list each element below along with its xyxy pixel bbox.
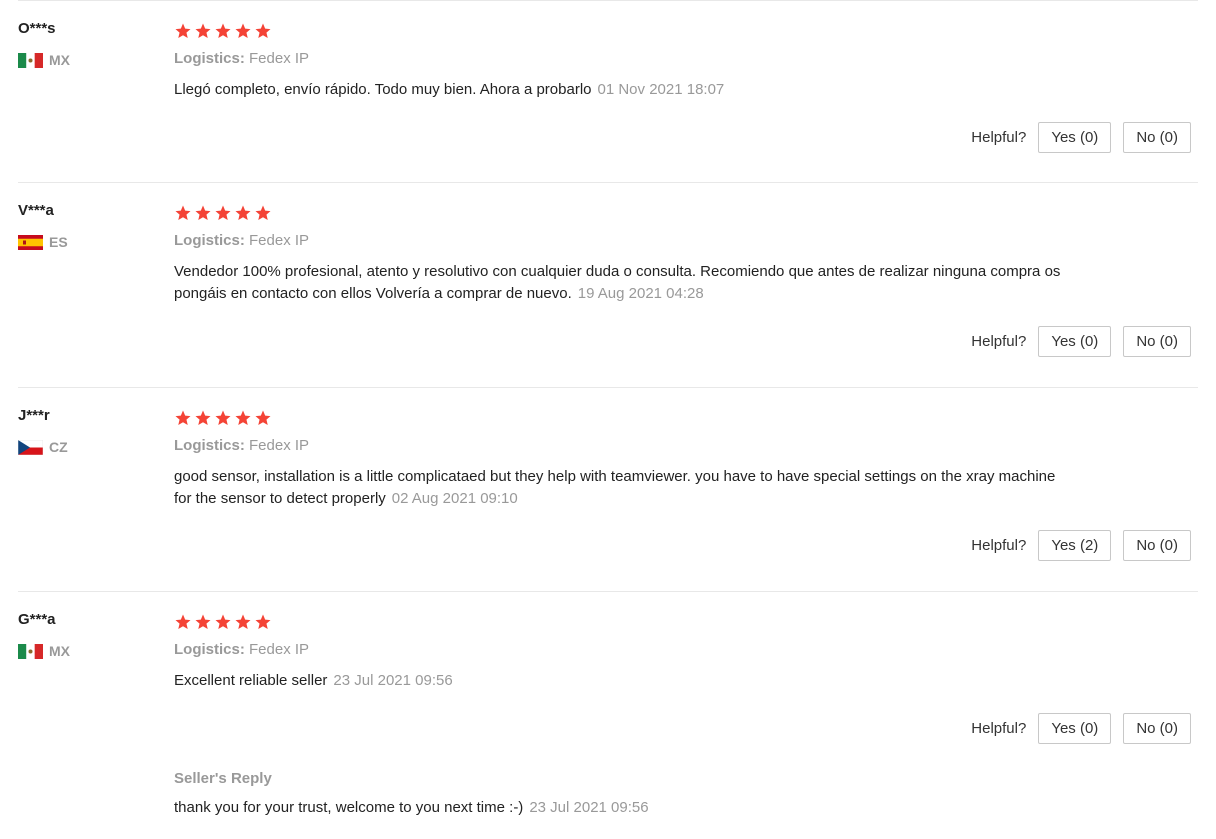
seller-reply-title: Seller's Reply: [174, 770, 272, 787]
star-rating: [174, 22, 272, 40]
mx-flag-icon: [18, 52, 43, 68]
star-icon: [235, 614, 251, 629]
country-code: MX: [49, 52, 70, 68]
star-icon: [255, 205, 271, 220]
logistics-info: Logistics: Fedex IP: [174, 232, 309, 249]
star-icon: [215, 614, 231, 629]
reviewer-name: V***a: [18, 202, 54, 219]
star-icon: [175, 410, 191, 425]
es-flag-icon: [18, 234, 43, 250]
star-icon: [255, 614, 271, 629]
logistics-value: Fedex IP: [249, 232, 310, 249]
reviewer-country: ES: [18, 234, 68, 250]
helpful-yes-button[interactable]: Yes (2): [1038, 530, 1112, 561]
review-body: Llegó completo, envío rápido. Todo muy b…: [174, 81, 592, 98]
reviewer-name: G***a: [18, 611, 56, 628]
helpful-label: Helpful?: [971, 129, 1027, 146]
review-item: J***r CZ Logistics: Fedex IP good sensor…: [18, 387, 1198, 592]
review-text: Llegó completo, envío rápido. Todo muy b…: [174, 79, 1064, 101]
review-item: O***s MX Logistics: Fedex IP Llegó compl…: [18, 0, 1198, 183]
review-date: 01 Nov 2021 18:07: [597, 81, 725, 98]
star-icon: [255, 410, 271, 425]
logistics-info: Logistics: Fedex IP: [174, 50, 309, 67]
helpful-controls: Helpful? Yes (0) No (0): [971, 122, 1191, 153]
seller-reply: thank you for your trust, welcome to you…: [174, 799, 649, 816]
helpful-no-button[interactable]: No (0): [1123, 122, 1191, 153]
helpful-controls: Helpful? Yes (0) No (0): [971, 326, 1191, 357]
reviewer-country: MX: [18, 643, 70, 659]
helpful-no-button[interactable]: No (0): [1123, 713, 1191, 744]
star-icon: [195, 23, 211, 38]
star-icon: [175, 614, 191, 629]
star-icon: [215, 410, 231, 425]
logistics-info: Logistics: Fedex IP: [174, 437, 309, 454]
country-code: ES: [49, 234, 68, 250]
helpful-yes-button[interactable]: Yes (0): [1038, 713, 1112, 744]
helpful-no-button[interactable]: No (0): [1123, 326, 1191, 357]
star-icon: [195, 410, 211, 425]
mx-flag-icon: [18, 643, 43, 659]
review-date: 23 Jul 2021 09:56: [333, 672, 453, 689]
helpful-label: Helpful?: [971, 720, 1027, 737]
logistics-label: Logistics:: [174, 437, 245, 454]
reviewer-country: CZ: [18, 439, 68, 455]
star-icon: [195, 614, 211, 629]
reviewer-name: J***r: [18, 407, 50, 424]
helpful-controls: Helpful? Yes (2) No (0): [971, 530, 1191, 561]
cz-flag-icon: [18, 439, 43, 455]
star-icon: [235, 23, 251, 38]
star-rating: [174, 613, 272, 631]
star-icon: [255, 23, 271, 38]
logistics-value: Fedex IP: [249, 437, 310, 454]
review-date: 19 Aug 2021 04:28: [577, 285, 704, 302]
reviewer-country: MX: [18, 52, 70, 68]
star-icon: [175, 23, 191, 38]
review-body: Excellent reliable seller: [174, 672, 328, 689]
star-icon: [235, 205, 251, 220]
logistics-label: Logistics:: [174, 232, 245, 249]
helpful-label: Helpful?: [971, 333, 1027, 350]
country-code: MX: [49, 643, 70, 659]
helpful-no-button[interactable]: No (0): [1123, 530, 1191, 561]
review-body: good sensor, installation is a little co…: [174, 468, 1056, 507]
logistics-value: Fedex IP: [249, 50, 310, 67]
logistics-label: Logistics:: [174, 641, 245, 658]
reviewer-name: O***s: [18, 20, 56, 37]
star-rating: [174, 409, 272, 427]
country-code: CZ: [49, 439, 68, 455]
star-icon: [235, 410, 251, 425]
review-text: good sensor, installation is a little co…: [174, 466, 1064, 510]
star-icon: [215, 205, 231, 220]
star-icon: [175, 205, 191, 220]
seller-reply-text: thank you for your trust, welcome to you…: [174, 799, 524, 816]
star-icon: [195, 205, 211, 220]
seller-reply-date: 23 Jul 2021 09:56: [529, 799, 649, 816]
helpful-yes-button[interactable]: Yes (0): [1038, 326, 1112, 357]
helpful-label: Helpful?: [971, 537, 1027, 554]
review-item: G***a MX Logistics: Fedex IP Excellent r…: [18, 591, 1198, 839]
review-item: V***a ES Logistics: Fedex IP Vendedor 10…: [18, 182, 1198, 388]
star-rating: [174, 204, 272, 222]
review-text: Excellent reliable seller 23 Jul 2021 09:…: [174, 670, 1064, 692]
logistics-value: Fedex IP: [249, 641, 310, 658]
star-icon: [215, 23, 231, 38]
helpful-yes-button[interactable]: Yes (0): [1038, 122, 1112, 153]
helpful-controls: Helpful? Yes (0) No (0): [971, 713, 1191, 744]
logistics-info: Logistics: Fedex IP: [174, 641, 309, 658]
review-text: Vendedor 100% profesional, atento y reso…: [174, 261, 1064, 305]
review-date: 02 Aug 2021 09:10: [391, 490, 518, 507]
logistics-label: Logistics:: [174, 50, 245, 67]
